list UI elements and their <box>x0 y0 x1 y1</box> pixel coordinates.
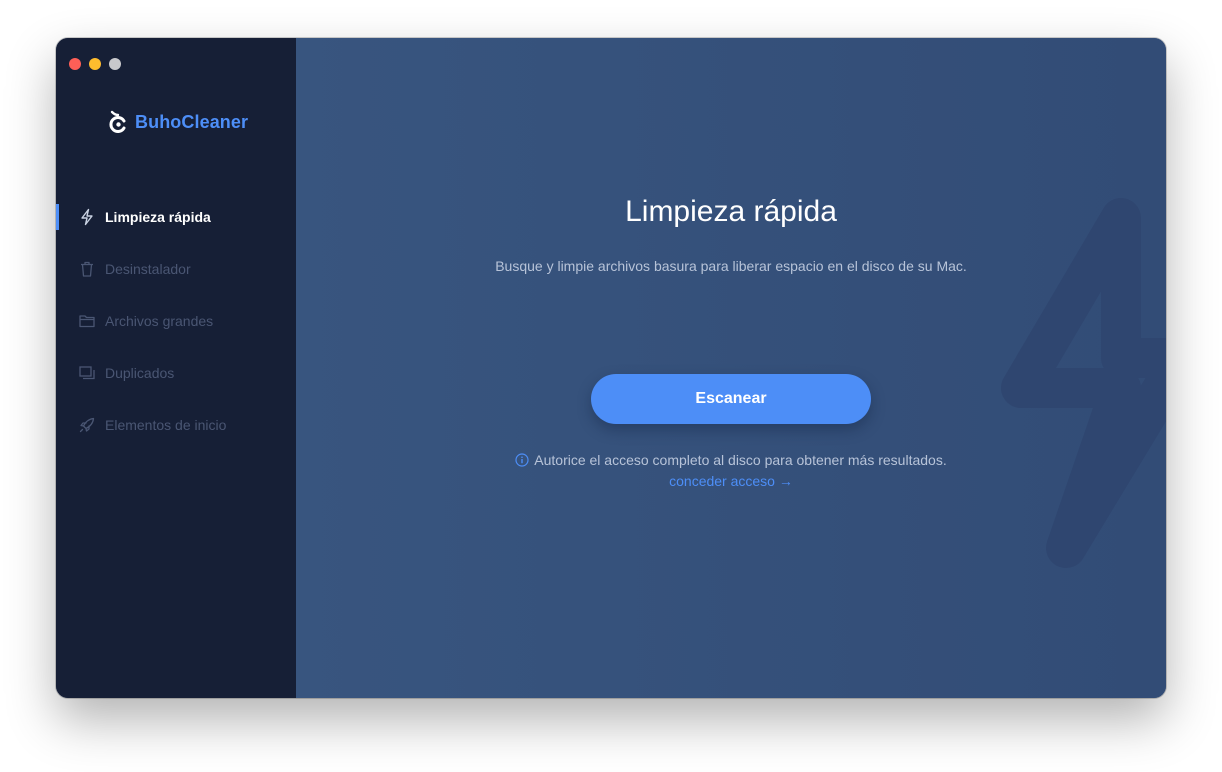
zoom-window-button[interactable] <box>109 58 121 70</box>
trash-icon <box>81 261 93 277</box>
disk-access-notice: Autorice el acceso completo al disco par… <box>296 452 1166 468</box>
page-title: Limpieza rápida <box>625 195 837 228</box>
app-window: BuhoCleaner Limpieza rápida Desinstalado… <box>56 38 1166 698</box>
app-name: BuhoCleaner <box>135 111 249 132</box>
sidebar-item-label: Archivos grandes <box>105 313 214 329</box>
sidebar-item-label: Desinstalador <box>105 261 191 277</box>
rocket-icon <box>79 417 95 433</box>
sidebar-item-desinstalador[interactable]: Desinstalador <box>56 243 296 295</box>
sidebar-item-limpieza-rapida[interactable]: Limpieza rápida <box>56 191 296 243</box>
close-window-button[interactable] <box>69 58 81 70</box>
page-subtitle: Busque y limpie archivos basura para lib… <box>495 258 967 274</box>
info-icon <box>515 453 529 467</box>
sidebar: BuhoCleaner Limpieza rápida Desinstalado… <box>56 38 296 698</box>
lightning-icon <box>81 208 93 226</box>
sidebar-item-elementos-de-inicio[interactable]: Elementos de inicio <box>56 399 296 451</box>
sidebar-item-archivos-grandes[interactable]: Archivos grandes <box>56 295 296 347</box>
sidebar-item-label: Limpieza rápida <box>105 209 211 225</box>
main-panel: Limpieza rápida Busque y limpie archivos… <box>296 38 1166 698</box>
grant-access-link[interactable]: conceder acceso → <box>296 473 1166 489</box>
owl-logo-icon <box>109 110 126 133</box>
sidebar-item-label: Duplicados <box>105 365 175 381</box>
notice-text: Autorice el acceso completo al disco par… <box>534 452 947 468</box>
sidebar-nav: Limpieza rápida Desinstalador Archivos g… <box>56 191 296 451</box>
duplicates-icon <box>79 366 95 380</box>
sidebar-item-duplicados[interactable]: Duplicados <box>56 347 296 399</box>
scan-button[interactable]: Escanear <box>591 374 871 424</box>
app-brand: BuhoCleaner <box>108 110 248 134</box>
minimize-window-button[interactable] <box>89 58 101 70</box>
sidebar-item-label: Elementos de inicio <box>105 417 227 433</box>
window-controls <box>69 58 121 70</box>
folder-icon <box>79 315 95 328</box>
